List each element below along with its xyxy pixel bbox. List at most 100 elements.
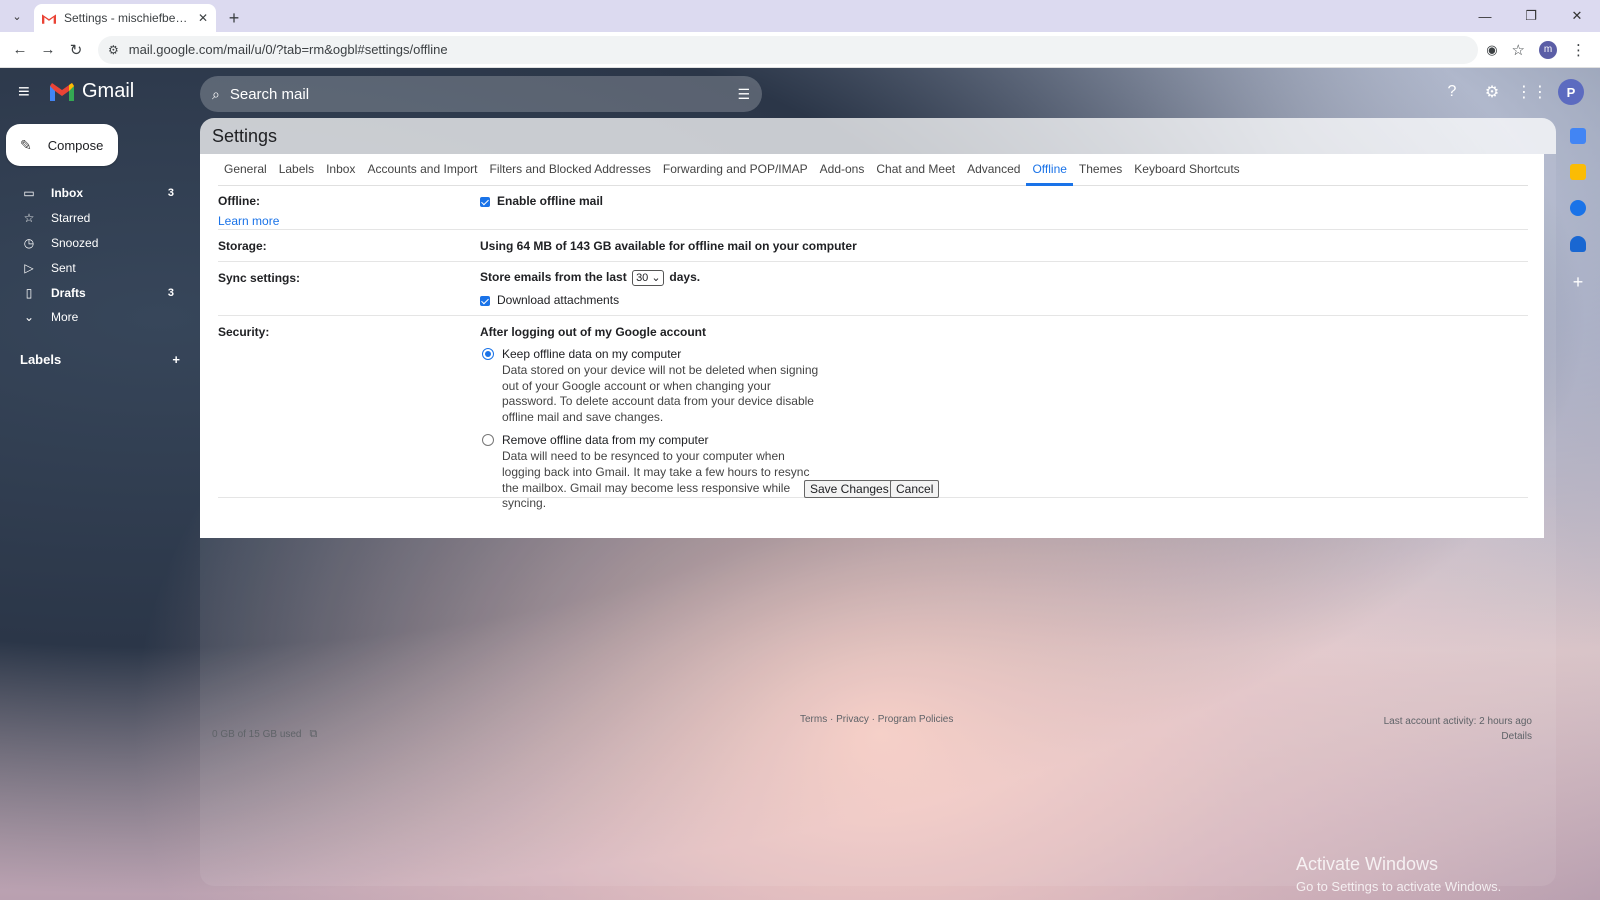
tab-search-icon[interactable]: ⌄	[6, 5, 28, 27]
close-window-icon[interactable]: ✕	[1554, 0, 1600, 32]
storage-text: Using 64 MB of 143 GB available for offl…	[480, 239, 857, 253]
remove-offline-title: Remove offline data from my computer	[502, 433, 709, 448]
search-input[interactable]: Search mail	[230, 86, 728, 103]
enable-offline-option[interactable]: Enable offline mail	[480, 194, 603, 208]
tab-inbox[interactable]: Inbox	[320, 154, 361, 186]
browser-tabbar: ⌄ Settings - mischiefbedlam@gm ✕ + — ❐ ✕	[0, 0, 1600, 32]
bookmark-star-icon[interactable]: ☆	[1512, 41, 1525, 59]
sidebar-item-more[interactable]: ⌄ More	[0, 305, 196, 330]
activate-subtitle: Go to Settings to activate Windows.	[1296, 879, 1502, 894]
keep-offline-option[interactable]: Keep offline data on my computer Data st…	[480, 347, 822, 425]
account-avatar[interactable]: P	[1558, 79, 1584, 105]
search-bar[interactable]: ⌕ Search mail ☰	[200, 76, 762, 112]
tab-chat-meet[interactable]: Chat and Meet	[870, 154, 961, 186]
url-field[interactable]: ⚙ mail.google.com/mail/u/0/?tab=rm&ogbl#…	[98, 35, 1479, 64]
eye-icon[interactable]: ◉	[1486, 42, 1497, 58]
browser-profile-avatar[interactable]: m	[1539, 40, 1557, 59]
reload-icon[interactable]: ↻	[62, 36, 90, 64]
add-addon-icon[interactable]: +	[1573, 272, 1584, 293]
chevron-down-icon: ⌄	[23, 310, 35, 325]
compose-label: Compose	[47, 137, 104, 153]
calendar-icon[interactable]	[1570, 128, 1586, 144]
file-icon: ▯	[25, 285, 33, 300]
browser-tab[interactable]: Settings - mischiefbedlam@gm ✕	[34, 4, 216, 32]
search-icon[interactable]: ⌕	[212, 86, 220, 103]
inbox-icon: ▭	[23, 186, 35, 201]
save-changes-button[interactable]: Save Changes	[804, 480, 895, 498]
tab-close-icon[interactable]: ✕	[198, 11, 208, 25]
tab-accounts[interactable]: Accounts and Import	[361, 154, 483, 186]
cancel-button[interactable]: Cancel	[890, 480, 940, 498]
keep-icon[interactable]	[1570, 164, 1586, 180]
gear-icon[interactable]: ⚙	[1478, 78, 1506, 106]
add-label-icon[interactable]: +	[172, 352, 180, 367]
tasks-icon[interactable]	[1570, 200, 1586, 216]
tab-labels[interactable]: Labels	[273, 154, 320, 186]
tab-offline[interactable]: Offline	[1026, 154, 1073, 186]
footer-links[interactable]: Terms · Privacy · Program Policies	[800, 714, 953, 725]
sync-suffix: days.	[669, 270, 701, 285]
sidebar-item-starred[interactable]: ☆ Starred	[0, 206, 196, 231]
side-panel: +	[1560, 128, 1596, 293]
sidebar-item-sent[interactable]: ▷ Sent	[0, 255, 196, 280]
gmail-favicon-icon	[42, 13, 56, 24]
last-activity-text: Last account activity: 2 hours ago	[1383, 716, 1532, 727]
send-icon: ▷	[24, 260, 34, 275]
activate-windows-watermark: Activate Windows Go to Settings to activ…	[1296, 854, 1501, 894]
storage-label: Storage:	[218, 239, 267, 253]
pencil-icon: ✎	[20, 136, 32, 153]
storage-row: Storage: Using 64 MB of 143 GB available…	[218, 230, 1528, 262]
minimize-icon[interactable]: —	[1462, 0, 1508, 32]
forward-icon[interactable]: →	[34, 36, 62, 64]
window-controls: — ❐ ✕	[1462, 0, 1600, 32]
tab-keyboard-shortcuts[interactable]: Keyboard Shortcuts	[1128, 154, 1245, 186]
learn-more-link[interactable]: Learn more	[218, 214, 279, 228]
page-title: Settings	[212, 126, 278, 146]
enable-offline-checkbox[interactable]	[480, 196, 490, 207]
sync-row: Sync settings: Store emails from the las…	[218, 262, 1528, 316]
storage-used-text: 0 GB of 15 GB used	[212, 729, 302, 740]
tab-forwarding[interactable]: Forwarding and POP/IMAP	[657, 154, 814, 186]
storage-usage: 0 GB of 15 GB used ⧉	[212, 728, 317, 741]
sync-days-select[interactable]: 30 ⌄	[632, 270, 665, 286]
tab-themes[interactable]: Themes	[1073, 154, 1128, 186]
tab-addons[interactable]: Add-ons	[814, 154, 871, 186]
tab-filters[interactable]: Filters and Blocked Addresses	[484, 154, 657, 186]
gmail-m-icon	[50, 82, 74, 101]
new-tab-icon[interactable]: +	[220, 4, 248, 32]
tab-general[interactable]: General	[218, 154, 273, 186]
restore-icon[interactable]: ❐	[1508, 0, 1554, 32]
help-icon[interactable]: ?	[1438, 78, 1466, 106]
sidebar-item-snoozed[interactable]: ◷ Snoozed	[0, 231, 196, 256]
search-options-icon[interactable]: ☰	[737, 86, 750, 103]
details-link[interactable]: Details	[1384, 729, 1532, 744]
offline-label: Offline:	[218, 194, 260, 208]
remove-offline-radio[interactable]	[482, 434, 494, 447]
remove-offline-option[interactable]: Remove offline data from my computer Dat…	[480, 433, 822, 511]
site-info-icon[interactable]: ⚙	[108, 43, 119, 57]
activate-title: Activate Windows	[1296, 854, 1439, 874]
download-attachments-checkbox[interactable]	[480, 295, 490, 306]
sidebar-item-inbox[interactable]: ▭ Inbox 3	[0, 181, 196, 206]
keep-offline-radio[interactable]	[482, 348, 494, 360]
download-attachments-option[interactable]: Download attachments	[480, 293, 700, 307]
gmail-logo[interactable]: Gmail	[50, 80, 134, 103]
keep-offline-desc: Data stored on your device will not be d…	[502, 363, 819, 424]
tab-advanced[interactable]: Advanced	[961, 154, 1026, 186]
account-activity: Last account activity: 2 hours ago Detai…	[1384, 714, 1532, 744]
browser-menu-icon[interactable]: ⋮	[1571, 41, 1586, 59]
external-link-icon[interactable]: ⧉	[310, 728, 318, 741]
apps-grid-icon[interactable]: ⋮⋮	[1516, 78, 1548, 106]
clock-icon: ◷	[23, 235, 35, 250]
star-icon: ☆	[23, 211, 35, 226]
compose-button[interactable]: ✎ Compose	[6, 124, 118, 166]
back-icon[interactable]: ←	[6, 36, 34, 64]
sidebar-item-drafts[interactable]: ▯ Drafts 3	[0, 280, 196, 305]
url-text: mail.google.com/mail/u/0/?tab=rm&ogbl#se…	[128, 42, 448, 57]
keep-offline-title: Keep offline data on my computer	[502, 347, 682, 361]
main-menu-icon[interactable]: ≡	[18, 82, 38, 102]
download-attachments-label: Download attachments	[497, 293, 620, 307]
remove-offline-desc: Data will need to be resynced to your co…	[502, 449, 810, 511]
settings-content: General Labels Inbox Accounts and Import…	[200, 154, 1544, 538]
contacts-icon[interactable]	[1570, 236, 1586, 252]
